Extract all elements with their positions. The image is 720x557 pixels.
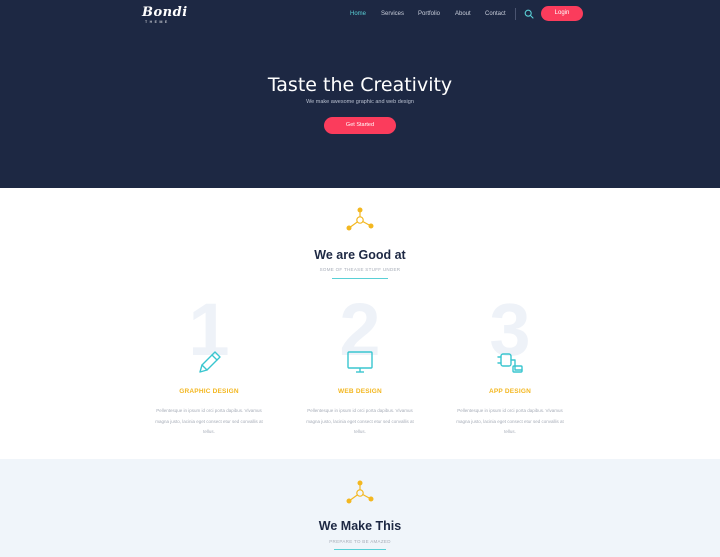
network-icon xyxy=(346,480,374,504)
main-nav: Home Services Portfolio About Contact xyxy=(0,11,720,21)
network-icon xyxy=(346,207,374,231)
nav-item-services[interactable]: Services xyxy=(381,11,404,17)
feature-graphic-design: 1 GRAPHIC DESIGN Pellentesque in ipsum i… xyxy=(144,290,274,450)
services-subtitle: SOME OF THEASE STUFF UNDER xyxy=(319,267,401,272)
feature-app-design: 3 APP DESIGN Pellentesque in ipsum id or… xyxy=(445,290,575,450)
get-started-button[interactable]: Get Started xyxy=(324,117,396,134)
nav-item-home[interactable]: Home xyxy=(350,11,366,17)
feature-title: WEB DESIGN xyxy=(338,388,382,395)
services-title: We are Good at xyxy=(314,248,406,262)
nav-divider xyxy=(515,8,516,20)
work-title: We Make This xyxy=(318,519,402,533)
feature-title: APP DESIGN xyxy=(489,388,531,395)
feature-desc: Pellentesque in ipsum id orci porta dapi… xyxy=(155,408,263,434)
nav-item-contact[interactable]: Contact xyxy=(485,11,506,17)
feature-desc: Pellentesque in ipsum id orci porta dapi… xyxy=(456,408,564,434)
work-section: We Make This PREPARE TO BE AMAZED xyxy=(0,459,720,557)
feature-desc: Pellentesque in ipsum id orci porta dapi… xyxy=(306,408,414,434)
plug-icon xyxy=(497,353,523,373)
search-icon[interactable] xyxy=(524,9,534,19)
nav-item-about[interactable]: About xyxy=(455,11,471,17)
work-subtitle: PREPARE TO BE AMAZED xyxy=(329,539,391,544)
hero-section: Bondi THEME Home Services Portfolio Abou… xyxy=(0,0,720,188)
feature-title: GRAPHIC DESIGN xyxy=(179,388,239,395)
hero-subtitle: We make awesome graphic and web design xyxy=(306,99,414,105)
monitor-icon xyxy=(347,351,373,373)
pencil-icon xyxy=(199,351,221,373)
feature-web-design: 2 WEB DESIGN Pellentesque in ipsum id or… xyxy=(295,290,425,450)
hero-title: Taste the Creativity xyxy=(267,74,453,96)
nav-item-portfolio[interactable]: Portfolio xyxy=(418,11,440,17)
section-divider xyxy=(334,549,386,550)
section-divider xyxy=(332,278,388,279)
login-button[interactable]: Login xyxy=(541,6,583,21)
